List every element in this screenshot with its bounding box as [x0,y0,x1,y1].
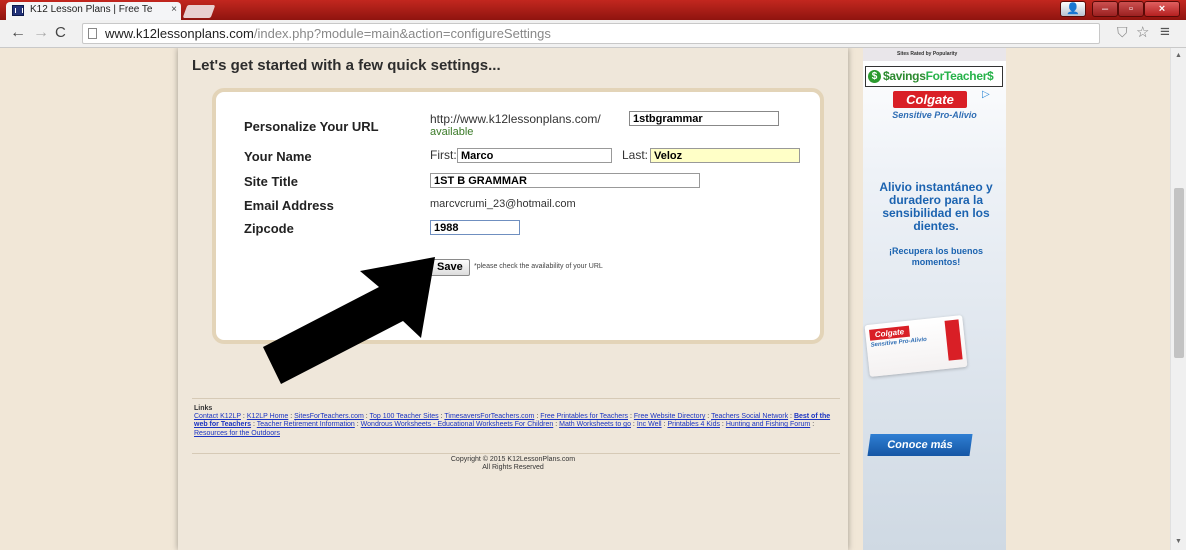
footer-link[interactable]: Printables 4 Kids [667,421,720,428]
footer-link[interactable]: Contact K12LP [194,413,241,420]
minimize-button[interactable]: – [1092,1,1118,17]
bookmark-star-icon[interactable]: ☆ [1136,23,1149,41]
page-icon [88,28,97,39]
footer-link[interactable]: K12LP Home [247,413,289,420]
adchoices-icon[interactable]: ▷ [982,89,990,100]
forward-arrow-icon[interactable]: → [33,24,49,42]
footer-link[interactable]: Inc Well [637,421,662,428]
last-name-input[interactable] [650,148,800,163]
ad-top-strip: Sites Rated by Popularity [863,48,1006,61]
page-scrollbar[interactable]: ▲ ▼ [1170,48,1186,550]
colgate-logo: Colgate [893,91,967,108]
zipcode-label: Zipcode [244,221,294,236]
savings-text-b: ForTeacher$ [925,69,994,83]
footer-divider-bottom [192,453,840,454]
footer-link[interactable]: Teachers Social Network [711,413,788,420]
footer-link[interactable]: Hunting and Fishing Forum [726,421,810,428]
first-name-input[interactable] [457,148,612,163]
footer-link[interactable]: SitesForTeachers.com [294,413,364,420]
user-profile-button[interactable]: 👤 [1060,1,1086,17]
new-tab-button[interactable] [182,5,216,18]
url-label: Personalize Your URL [244,119,379,134]
footer-link[interactable]: Math Worksheets to go [559,421,631,428]
reload-icon[interactable]: C [55,24,66,41]
site-title-input[interactable] [430,173,700,188]
product-cap [944,319,963,361]
window-titlebar: K12 Lesson Plans | Free Te × 👤 – ▫ × [0,0,1186,20]
site-favicon-icon [12,5,24,16]
page-title: Let's get started with a few quick setti… [192,57,501,74]
ad-cta-button[interactable]: Conoce más [867,434,973,456]
save-note: *please check the availability of your U… [474,263,603,270]
footer-link[interactable]: Resources for the Outdoors [194,430,280,437]
browser-tab[interactable]: K12 Lesson Plans | Free Te × [6,2,181,20]
link-separator: : [810,421,815,429]
footer-link[interactable]: Wondrous Worksheets - Educational Worksh… [361,421,554,428]
site-title-label: Site Title [244,174,298,189]
savings-text-a: $avings [883,69,926,83]
footer-link[interactable]: Teacher Retirement Information [257,421,355,428]
toothpaste-product-image: Colgate Sensitive Pro-Alivio [864,315,968,377]
shield-icon[interactable]: ⛉ [1117,24,1128,41]
footer-link[interactable]: Free Printables for Teachers [540,413,628,420]
ad-subbrand: Sensitive Pro-Alivio [892,110,977,120]
dollar-icon: $ [868,70,881,83]
savings-for-teachers-banner[interactable]: $ $avingsForTeacher$ [865,66,1003,87]
back-arrow-icon[interactable]: ← [10,24,26,42]
footer-link[interactable]: Free Website Directory [634,413,705,420]
url-path: /index.php?module=main&action=configureS… [253,26,551,41]
browser-toolbar: ← → C www.k12lessonplans.com/index.php?m… [0,20,1186,48]
last-name-label: Last: [622,148,649,162]
first-name-label: First: [430,148,457,162]
close-window-button[interactable]: × [1144,1,1180,17]
maximize-button[interactable]: ▫ [1118,1,1144,17]
address-bar[interactable]: www.k12lessonplans.com/index.php?module=… [82,23,1100,44]
annotation-arrow-icon [263,257,435,384]
url-availability-status: available [430,126,474,138]
ad-tagline: ¡Recupera los buenos momentos! [888,246,984,267]
page-viewport: Let's get started with a few quick setti… [0,48,1170,550]
advertisement-column[interactable]: Sites Rated by Popularity $ $avingsForTe… [863,48,1006,550]
tab-close-icon[interactable]: × [171,4,177,15]
footer-link[interactable]: Top 100 Teacher Sites [370,413,439,420]
main-content-column: Let's get started with a few quick setti… [178,48,848,550]
url-input[interactable] [629,111,779,126]
ad-headline: Alivio instantáneo y duradero para la se… [879,180,993,233]
scroll-up-icon[interactable]: ▲ [1175,52,1182,59]
email-label: Email Address [244,198,334,213]
email-value: marcvcrumi_23@hotmail.com [430,198,576,210]
sites-rated-text: Sites Rated by Popularity [897,51,958,57]
rights-line: All Rights Reserved [482,464,544,471]
url-prefix: http://www.k12lessonplans.com/ [430,112,601,126]
scroll-down-icon[interactable]: ▼ [1175,538,1182,545]
tab-title: K12 Lesson Plans | Free Te [30,4,153,15]
links-heading: Links [194,405,213,412]
footer-divider [192,398,840,399]
savings-banner-text: $avingsForTeacher$ [883,69,994,83]
copyright: Copyright © 2015 K12LessonPlans.com All … [178,456,848,472]
copyright-line: Copyright © 2015 K12LessonPlans.com [450,456,576,463]
footer-link[interactable]: TimesaversForTeachers.com [444,413,534,420]
name-label: Your Name [244,149,312,164]
zipcode-input[interactable] [430,220,520,235]
browser-menu-icon[interactable]: ≡ [1160,22,1170,42]
footer-links: Contact K12LP : K12LP Home : SitesForTea… [194,413,844,438]
window-controls: 👤 – ▫ × [1060,1,1180,18]
url-domain: www.k12lessonplans.com [105,26,254,41]
scroll-thumb[interactable] [1174,188,1184,358]
